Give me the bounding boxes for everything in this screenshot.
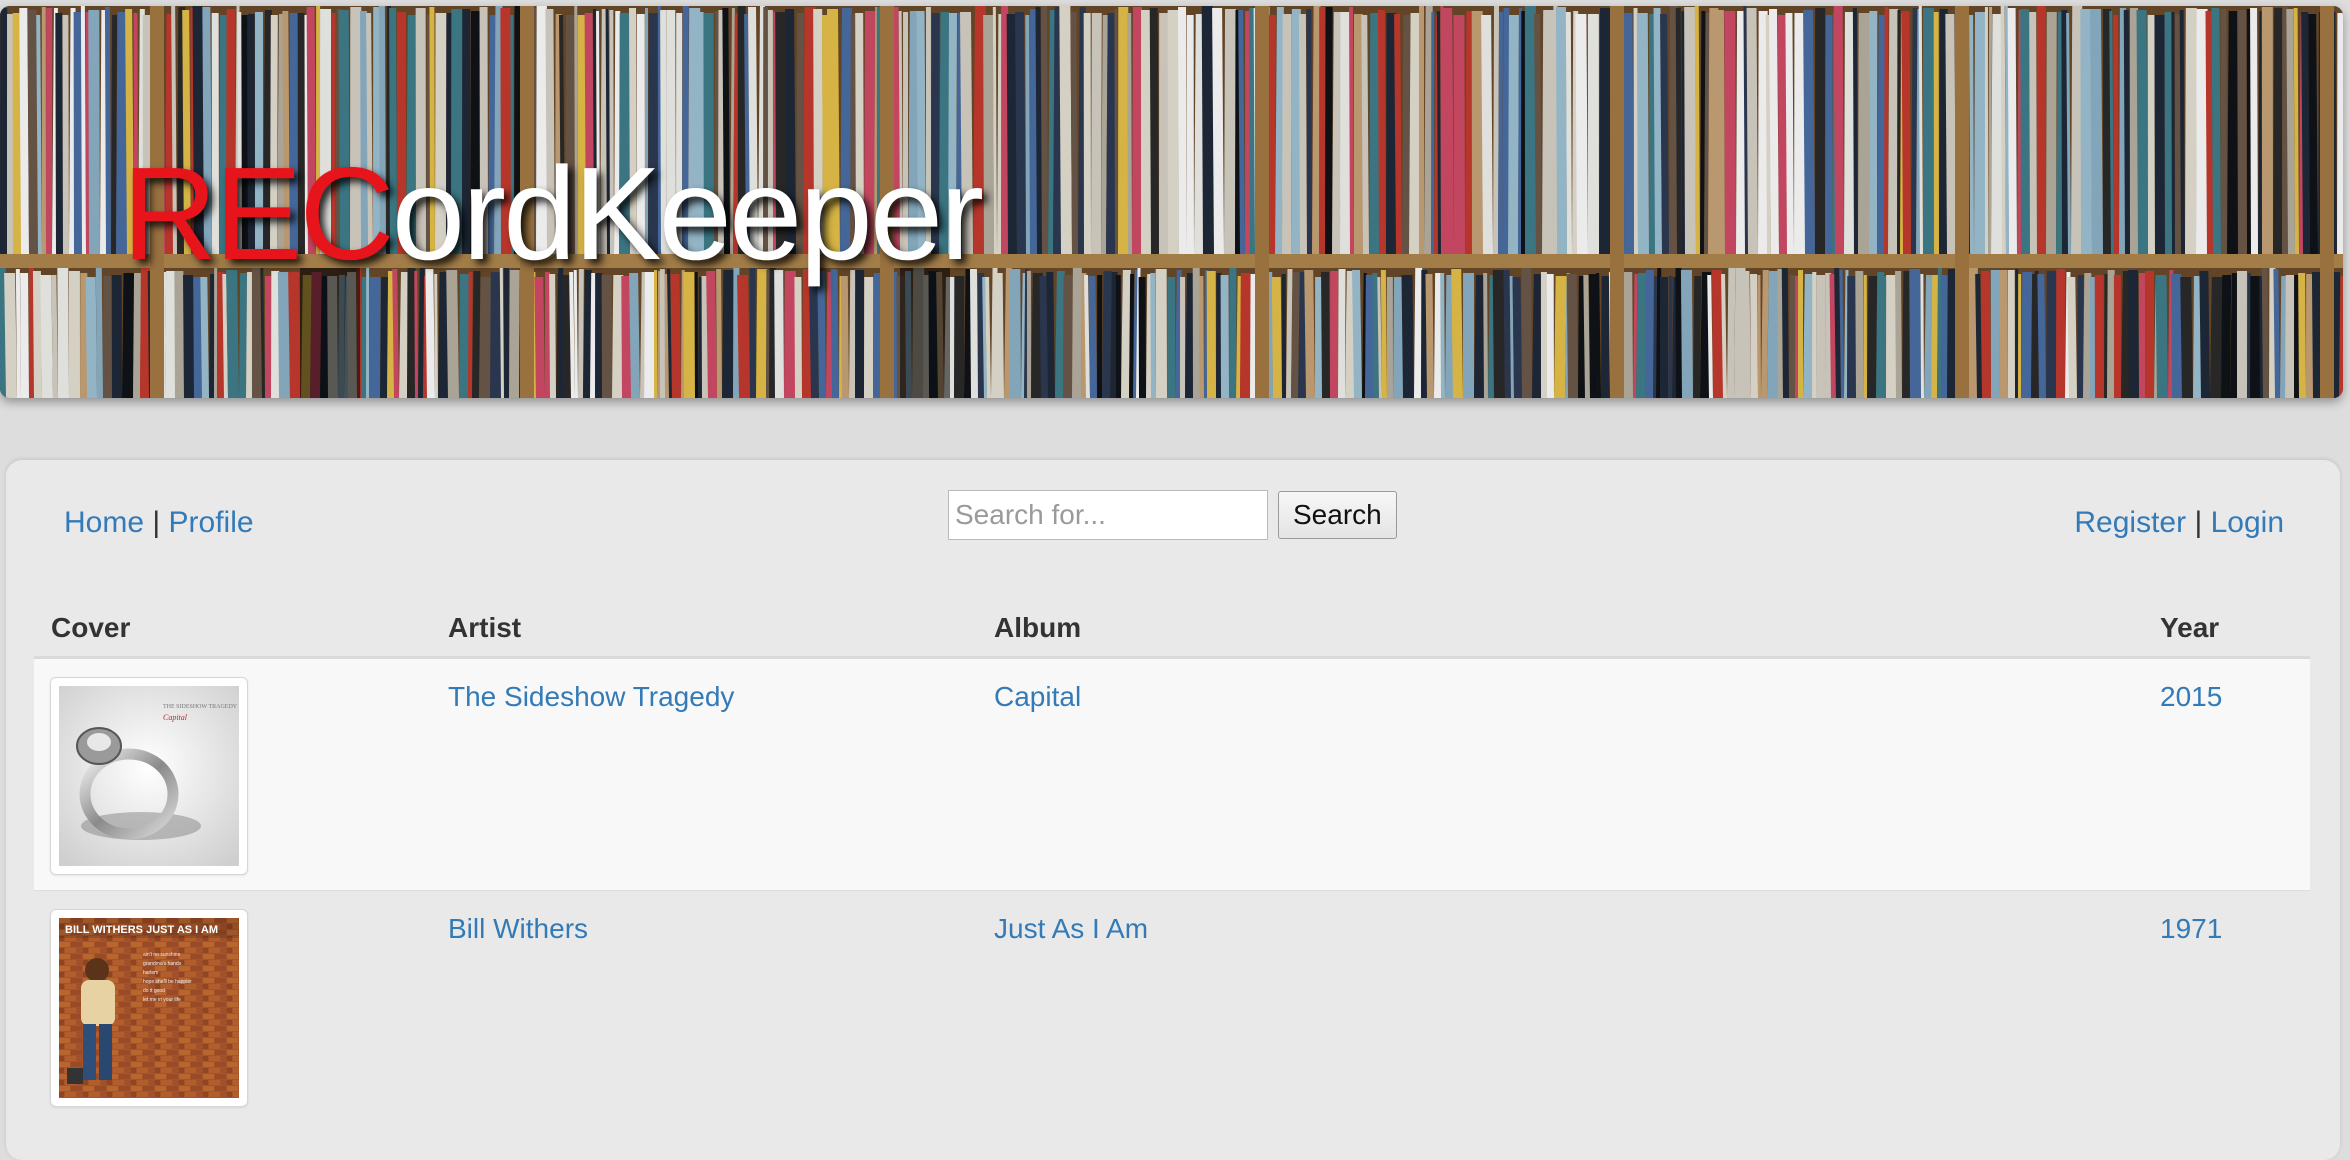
search-button[interactable]: Search: [1278, 491, 1397, 539]
table-row: THE SIDESHOW TRAGEDY Capital The Sidesho…: [34, 656, 2310, 890]
cover-cell: THE SIDESHOW TRAGEDY Capital: [34, 656, 431, 890]
cover-subtitle-text: Capital: [163, 713, 188, 722]
just-as-i-am-cover-art: BILL WITHERS JUST AS I AM ain't no sunsh…: [59, 917, 239, 1098]
year-cell: 1971: [2143, 889, 2310, 1123]
cover-title-text: BILL WITHERS JUST AS I AM: [65, 924, 218, 936]
album-link[interactable]: Just As I Am: [994, 913, 1148, 944]
album-cell: Just As I Am: [977, 889, 2143, 1123]
search-form: Search: [948, 490, 1397, 540]
capital-cover-art: THE SIDESHOW TRAGEDY Capital: [59, 685, 239, 866]
logo-red-part: REC: [122, 140, 395, 287]
nav-separator: |: [2194, 506, 2203, 539]
main-panel: Home | Profile Search Register | Login C…: [6, 460, 2340, 1160]
primary-nav: Home | Profile: [64, 506, 254, 540]
logo-white-part: ordKeeper: [391, 140, 984, 287]
year-link[interactable]: 2015: [2160, 681, 2222, 712]
column-header-year: Year: [2143, 595, 2310, 659]
home-link[interactable]: Home: [64, 506, 144, 539]
header-banner: RECordKeeper: [0, 6, 2343, 398]
table-row: BILL WITHERS JUST AS I AM ain't no sunsh…: [34, 889, 2310, 1123]
nav-separator: |: [152, 506, 161, 539]
column-header-cover: Cover: [34, 595, 431, 659]
search-input[interactable]: [948, 490, 1268, 540]
cover-title-text: THE SIDESHOW TRAGEDY: [163, 704, 238, 710]
column-header-artist: Artist: [431, 595, 977, 659]
artist-link[interactable]: The Sideshow Tragedy: [448, 681, 734, 712]
profile-link[interactable]: Profile: [169, 506, 254, 539]
artist-cell: The Sideshow Tragedy: [431, 656, 977, 890]
table-header-row: Cover Artist Album Year: [34, 595, 2310, 659]
register-link[interactable]: Register: [2074, 506, 2186, 539]
artist-link[interactable]: Bill Withers: [448, 913, 588, 944]
album-link[interactable]: Capital: [994, 681, 1081, 712]
account-nav: Register | Login: [2074, 506, 2284, 540]
site-logo[interactable]: RECordKeeper: [122, 148, 984, 280]
records-table: Cover Artist Album Year THE SIDESHOW TRA…: [34, 595, 2310, 1123]
year-cell: 2015: [2143, 656, 2310, 890]
column-header-album: Album: [977, 595, 2143, 659]
login-link[interactable]: Login: [2211, 506, 2284, 539]
year-link[interactable]: 1971: [2160, 913, 2222, 944]
cover-cell: BILL WITHERS JUST AS I AM ain't no sunsh…: [34, 889, 431, 1123]
album-cell: Capital: [977, 656, 2143, 890]
artist-cell: Bill Withers: [431, 889, 977, 1123]
album-cover-thumbnail[interactable]: BILL WITHERS JUST AS I AM ain't no sunsh…: [50, 908, 248, 1107]
album-cover-thumbnail[interactable]: THE SIDESHOW TRAGEDY Capital: [50, 676, 248, 875]
